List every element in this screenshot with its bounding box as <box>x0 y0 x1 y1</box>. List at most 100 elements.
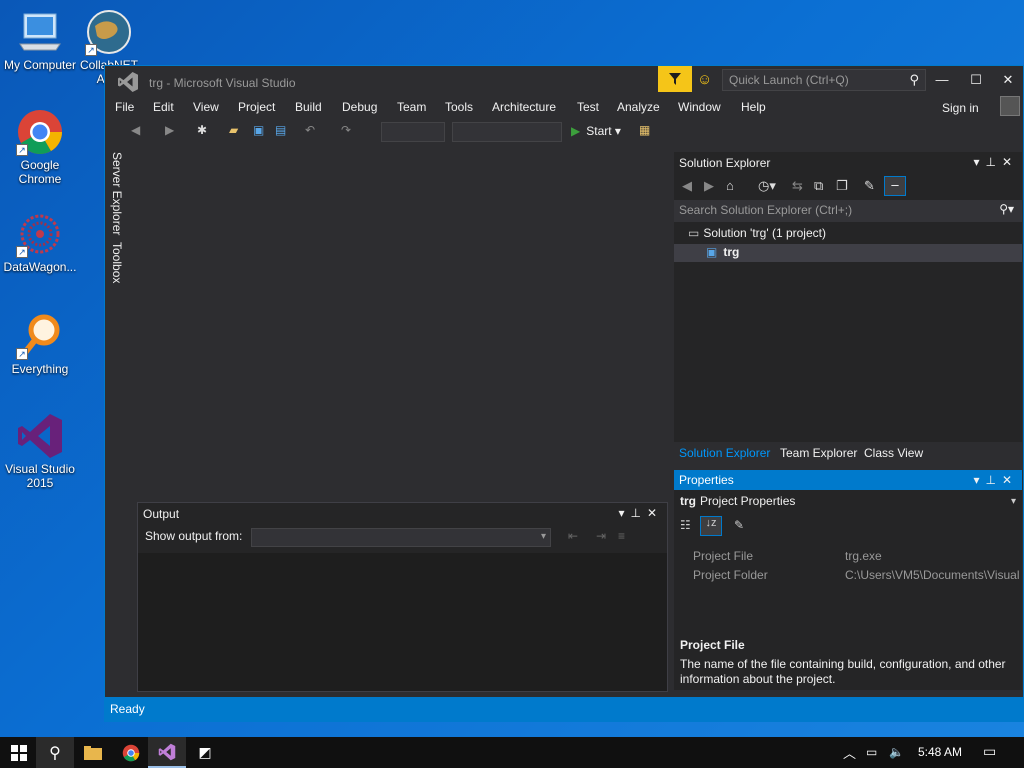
menu-window[interactable]: Window <box>678 100 721 114</box>
sync-icon[interactable]: ⇆ <box>792 178 803 194</box>
desktop-icon-label: DataWagon... <box>3 260 77 274</box>
categorized-icon[interactable]: ☷ <box>680 518 691 532</box>
start-button[interactable] <box>0 737 38 768</box>
solution-icon: ▭ <box>688 226 700 240</box>
panel-window-buttons[interactable]: ▾⊥✕ <box>618 506 663 520</box>
desktop-icon-google-chrome[interactable]: ↗ Google Chrome <box>0 108 80 186</box>
property-value: trg.exe <box>845 549 882 563</box>
property-key: Project Folder <box>693 568 768 582</box>
action-center-icon[interactable]: ▭ <box>983 743 996 760</box>
menu-view[interactable]: View <box>193 100 219 114</box>
home-icon[interactable]: ⌂ <box>726 178 734 193</box>
solution-configuration-combo[interactable] <box>381 122 445 142</box>
menu-team[interactable]: Team <box>397 100 426 114</box>
windows-logo-icon <box>11 744 27 761</box>
back-icon[interactable]: ◀ <box>682 178 692 194</box>
solution-explorer-search-input[interactable]: Search Solution Explorer (Ctrl+;) ⚲▾ <box>674 200 1022 222</box>
menu-debug[interactable]: Debug <box>342 100 377 114</box>
tab-toolbox[interactable]: Toolbox <box>110 242 124 283</box>
panel-window-buttons[interactable]: ▾⊥✕ <box>973 473 1018 487</box>
taskbar-file-explorer[interactable] <box>74 737 112 768</box>
menu-help[interactable]: Help <box>741 100 766 114</box>
menu-build[interactable]: Build <box>295 100 322 114</box>
menu-architecture[interactable]: Architecture <box>492 100 556 114</box>
property-row[interactable]: Project Folder C:\Users\VM5\Documents\Vi… <box>674 565 1022 584</box>
filter-icon <box>669 73 681 85</box>
desktop-icon-label: My Computer <box>3 58 77 72</box>
desktop-icon-label: Everything <box>11 362 69 376</box>
taskbar-visual-studio[interactable] <box>148 737 186 768</box>
menu-edit[interactable]: Edit <box>153 100 174 114</box>
description-title: Project File <box>680 638 745 652</box>
desktop-icon-my-computer[interactable]: My Computer <box>0 8 80 72</box>
property-row[interactable]: Project File trg.exe <box>674 546 1022 565</box>
start-debugging-button[interactable]: ▶ Start ▾ <box>571 124 621 138</box>
solution-platform-combo[interactable] <box>452 122 562 142</box>
taskbar-chrome[interactable] <box>112 737 150 768</box>
menu-tools[interactable]: Tools <box>445 100 473 114</box>
user-account-icon[interactable] <box>1000 96 1020 116</box>
sign-in-link[interactable]: Sign in <box>942 101 979 115</box>
undo-icon[interactable]: ↶ <box>305 123 315 137</box>
save-icon[interactable]: ▣ <box>253 123 264 137</box>
show-all-files-icon[interactable]: ❐ <box>836 178 848 194</box>
find-message-icon[interactable]: ⇤ <box>568 529 578 543</box>
pending-changes-filter-icon[interactable]: ◷▾ <box>758 178 776 194</box>
title-bar[interactable]: trg - Microsoft Visual Studio ☺ Quick La… <box>105 66 1023 94</box>
property-pages-wrench-icon[interactable]: ✎ <box>734 518 744 532</box>
shortcut-arrow-icon: ↗ <box>85 44 97 56</box>
object-dropdown-chevron-icon[interactable]: ▾ <box>1011 496 1016 507</box>
network-icon[interactable]: ▭ <box>866 745 877 759</box>
menu-analyze[interactable]: Analyze <box>617 100 660 114</box>
desktop-icon-visual-studio[interactable]: Visual Studio 2015 <box>0 412 80 490</box>
tree-item-project[interactable]: ▣ trg <box>706 245 739 259</box>
new-project-icon[interactable]: ✱ <box>197 123 207 137</box>
save-all-icon[interactable]: ▤ <box>275 123 286 137</box>
tab-class-view[interactable]: Class View <box>864 446 923 460</box>
open-file-icon[interactable]: ▰ <box>229 123 238 137</box>
taskbar: ⚲ ◩ ︿ ▭ 🔈 5:48 AM ▭ <box>0 737 1024 768</box>
tree-item-solution[interactable]: ▭ Solution 'trg' (1 project) <box>688 226 826 240</box>
tab-server-explorer[interactable]: Server Explorer <box>110 152 124 235</box>
clear-all-icon[interactable]: ≡ <box>618 529 625 543</box>
alphabetical-sort-icon[interactable]: ↓z <box>700 516 722 536</box>
notifications-filter-button[interactable] <box>658 66 692 92</box>
redo-icon[interactable]: ↷ <box>341 123 351 137</box>
maximize-button[interactable]: ☐ <box>961 69 991 91</box>
collapse-all-icon[interactable]: ⧉ <box>814 178 823 194</box>
output-source-select[interactable] <box>251 528 551 547</box>
menu-test[interactable]: Test <box>577 100 599 114</box>
search-button[interactable]: ⚲ <box>36 737 74 768</box>
navigate-back-icon[interactable]: ◀ <box>131 123 140 137</box>
visual-studio-icon <box>16 412 64 460</box>
right-panel-tabs: Solution Explorer Team Explorer Class Vi… <box>674 442 1022 464</box>
navigate-forward-icon[interactable]: ▶ <box>165 123 174 137</box>
output-text-area[interactable] <box>138 553 667 691</box>
menu-project[interactable]: Project <box>238 100 275 114</box>
desktop-icon-datawagon[interactable]: ↗ DataWagon... <box>0 210 80 274</box>
close-button[interactable]: ✕ <box>993 69 1023 91</box>
tab-solution-explorer[interactable]: Solution Explorer <box>679 446 770 460</box>
next-message-icon[interactable]: ⇥ <box>596 529 606 543</box>
properties-header: Properties ▾⊥✕ <box>674 470 1022 490</box>
menu-file[interactable]: File <box>115 100 134 114</box>
properties-object-selector[interactable]: trg Project Properties <box>680 494 795 508</box>
output-panel: Output ▾⊥✕ Show output from: ⇤ ⇥ ≡ <box>137 502 668 692</box>
editor-area[interactable] <box>129 146 671 494</box>
search-icon: ⚲ <box>49 744 61 762</box>
properties-wrench-icon[interactable]: ✎ <box>864 178 875 194</box>
volume-muted-icon[interactable]: 🔈 <box>889 745 904 759</box>
show-hidden-icons-chevron-icon[interactable]: ︿ <box>843 743 856 762</box>
tab-team-explorer[interactable]: Team Explorer <box>780 446 857 460</box>
forward-icon[interactable]: ▶ <box>704 178 714 194</box>
window-title: trg - Microsoft Visual Studio <box>149 76 296 90</box>
desktop-icon-everything[interactable]: ↗ Everything <box>0 312 80 376</box>
taskbar-app[interactable]: ◩ <box>186 737 224 768</box>
panel-window-buttons[interactable]: ▾⊥✕ <box>973 155 1018 169</box>
feedback-smiley-icon[interactable]: ☺ <box>697 71 712 88</box>
quick-launch-input[interactable]: Quick Launch (Ctrl+Q) ⚲ <box>722 69 926 91</box>
minimize-button[interactable]: — <box>927 69 957 91</box>
clock[interactable]: 5:48 AM <box>918 745 962 759</box>
preview-selected-icon[interactable]: – <box>884 176 906 196</box>
toolbar-options-icon[interactable]: ▦ <box>639 123 650 137</box>
